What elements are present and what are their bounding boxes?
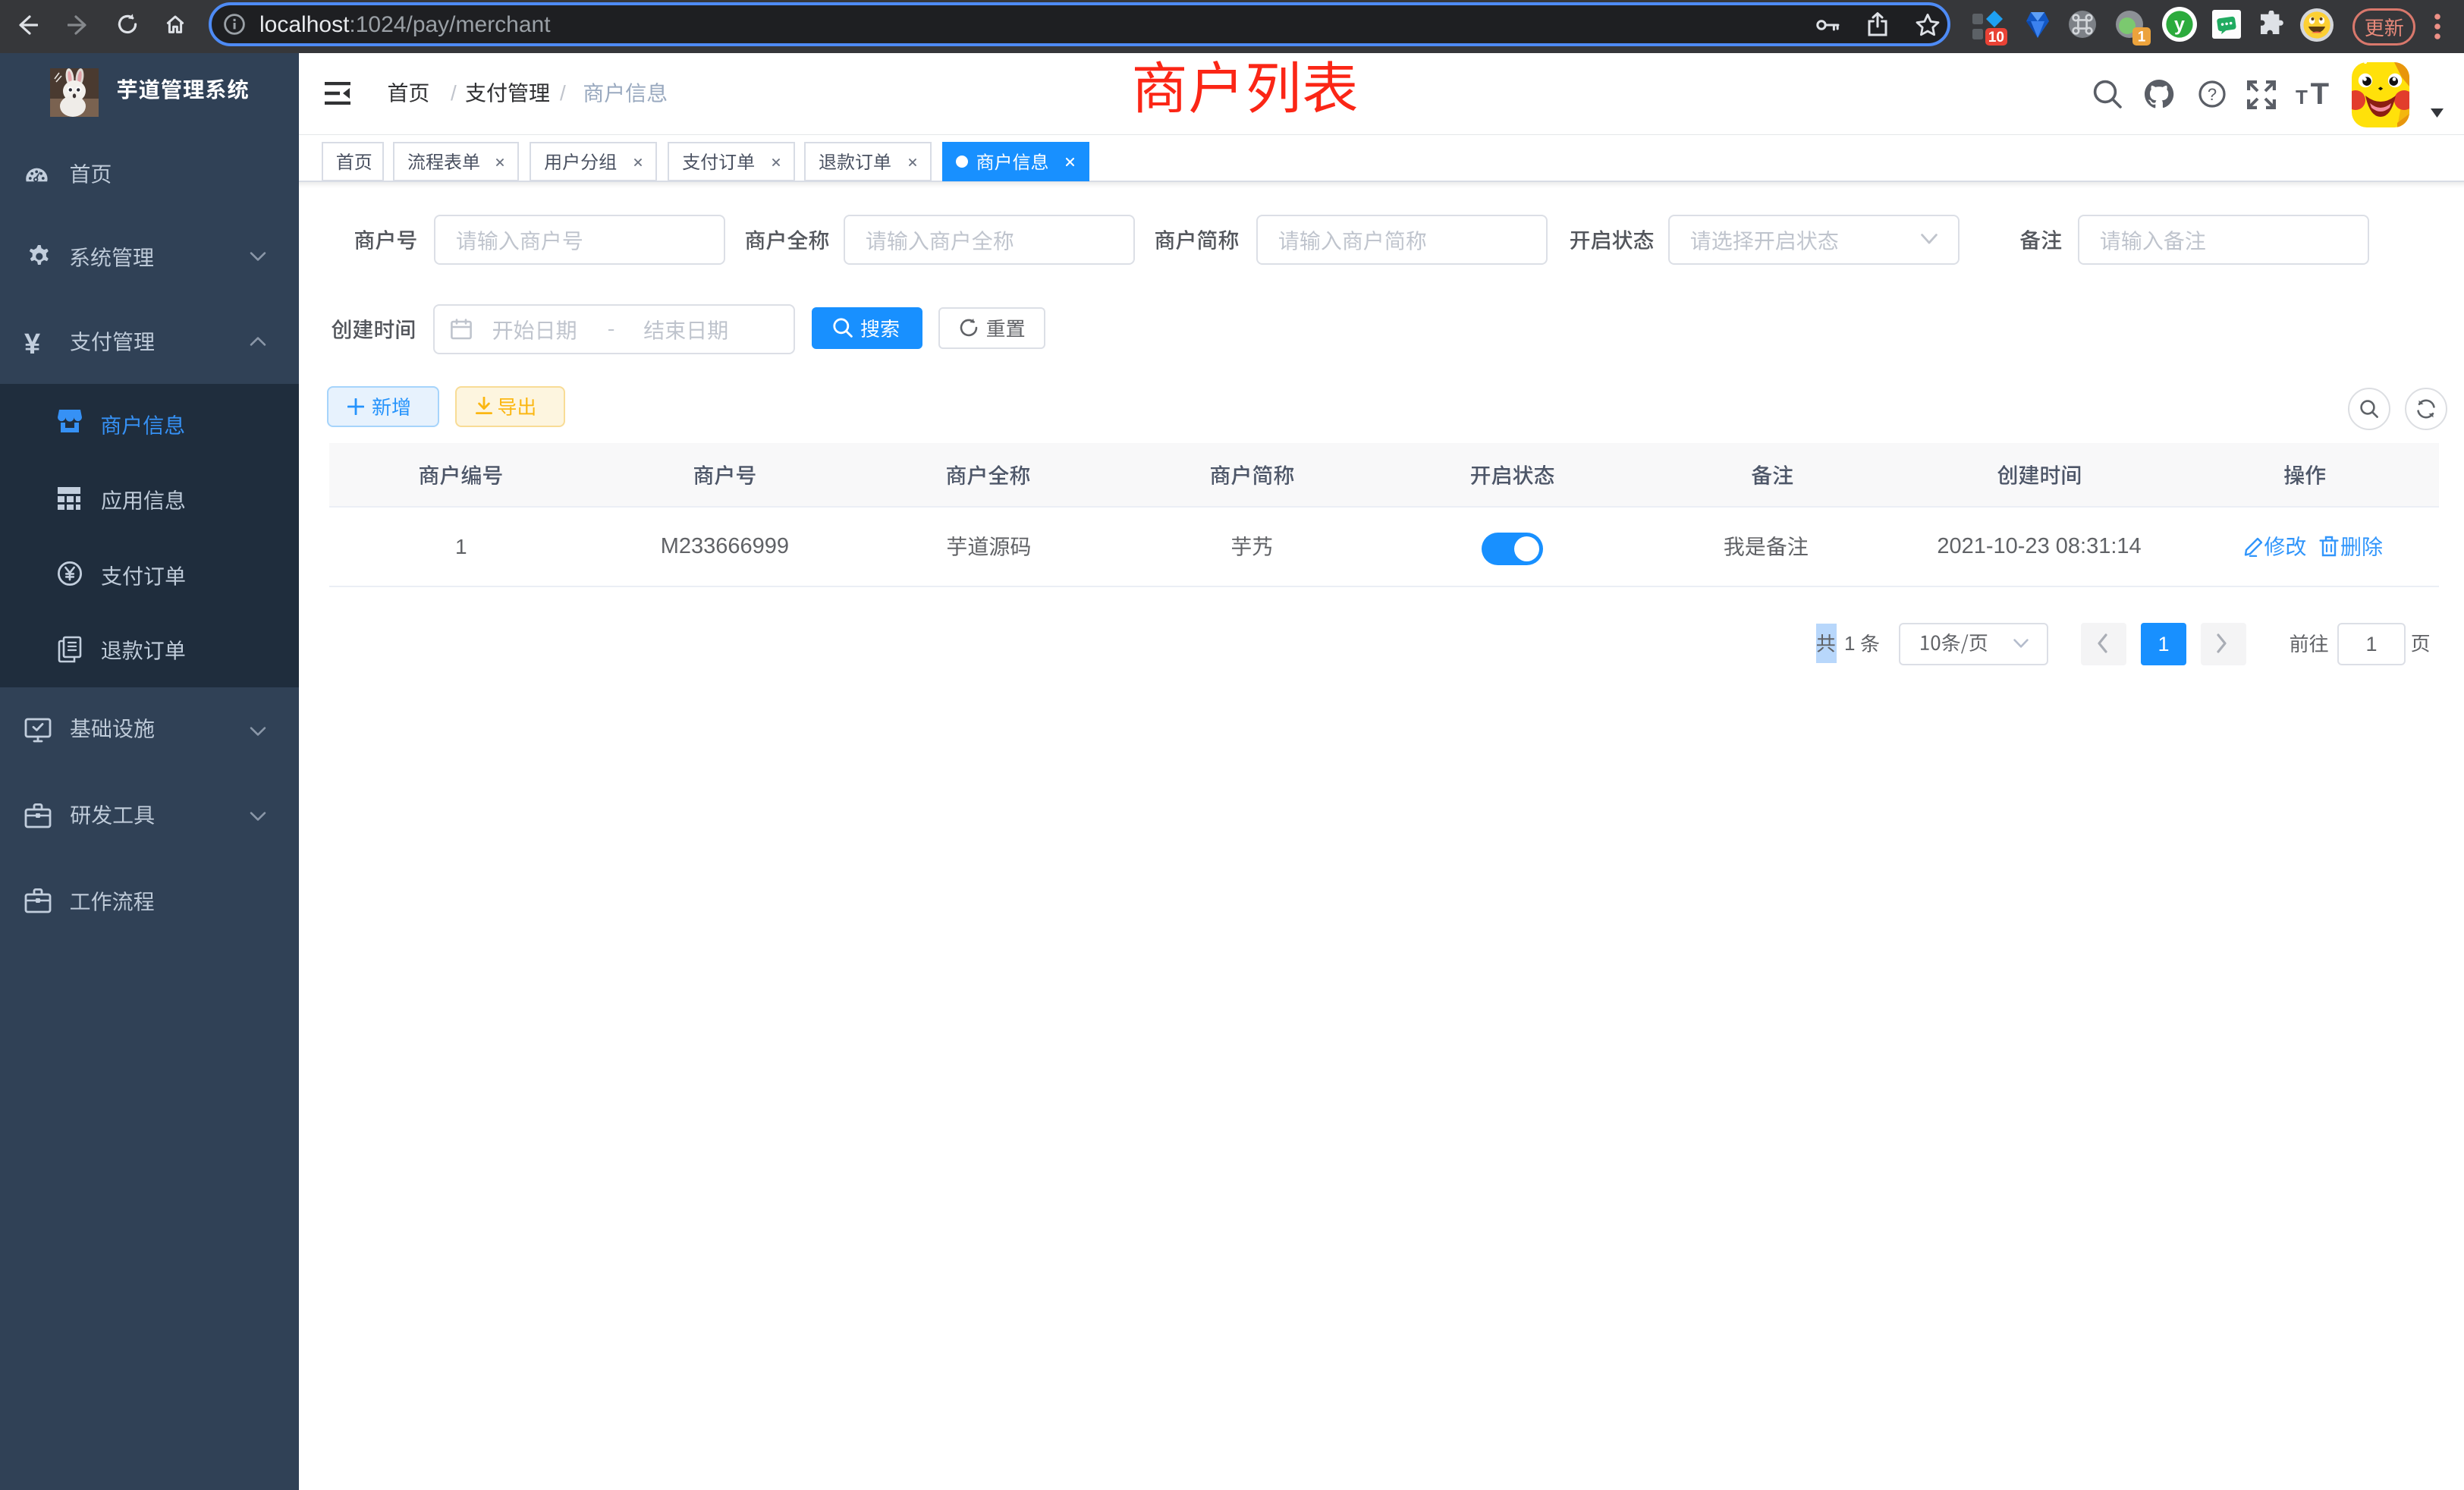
svg-text:y: y: [2174, 14, 2185, 36]
svg-text:?: ?: [2208, 85, 2217, 104]
svg-text:1: 1: [2138, 29, 2146, 45]
svg-text:10: 10: [1988, 30, 2004, 46]
svg-text:¥: ¥: [24, 328, 40, 360]
